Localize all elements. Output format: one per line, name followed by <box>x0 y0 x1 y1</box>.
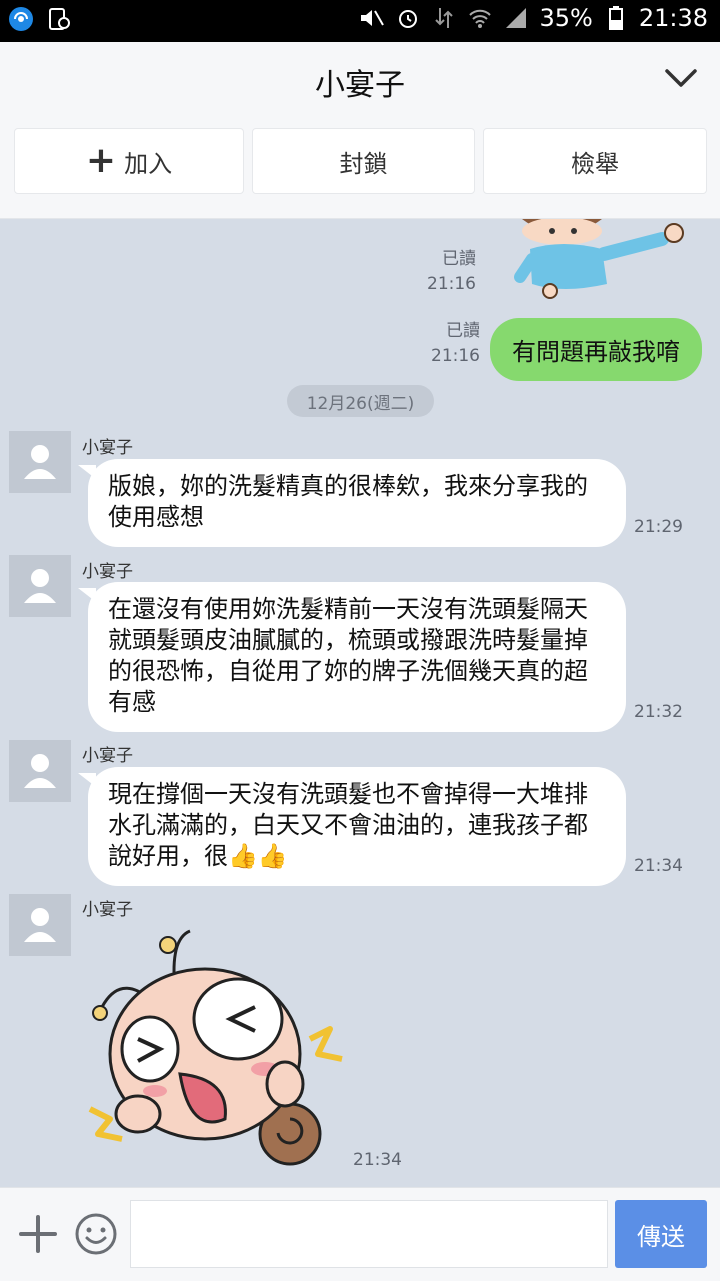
add-friend-button[interactable]: + 加入 <box>14 128 244 194</box>
input-bar: 傳送 <box>0 1187 720 1281</box>
avatar[interactable] <box>9 894 71 956</box>
battery-icon <box>603 5 629 31</box>
sender-name: 小宴子 <box>82 562 133 582</box>
incoming-message-bubble[interactable]: 現在撐個一天沒有洗頭髮也不會掉得一大堆排 水孔滿滿的，白天又不會油油的，連我孩子… <box>78 767 626 886</box>
send-button[interactable]: 傳送 <box>615 1200 707 1268</box>
avatar[interactable] <box>9 555 71 617</box>
message-line: 有感 <box>108 688 156 716</box>
clock: 21:38 <box>638 4 708 32</box>
message-time: 21:29 <box>634 517 683 537</box>
message-line: 使用感想 <box>108 503 204 531</box>
outgoing-message-bubble[interactable]: 有問題再敲我唷 <box>490 318 702 381</box>
avatar[interactable] <box>9 740 71 802</box>
message-time: 21:32 <box>634 702 683 722</box>
message-line: 在還沒有使用妳洗髮精前一天沒有洗頭髮隔天 <box>108 595 588 623</box>
date-separator: 12月26(週二) <box>287 385 434 417</box>
message-line: 水孔滿滿的，白天又不會油油的，連我孩子都 <box>108 811 588 839</box>
sent-sticker[interactable] <box>492 219 692 301</box>
sent-time: 21:16 <box>427 274 476 294</box>
chat-title: 小宴子 <box>315 68 405 103</box>
incoming-message-bubble[interactable]: 在還沒有使用妳洗髮精前一天沒有洗頭髮隔天 就頭髮頭皮油膩膩的，梳頭或撥跟洗時髮量… <box>78 582 626 732</box>
message-line: 現在撐個一天沒有洗頭髮也不會掉得一大堆排 <box>108 780 588 808</box>
emoji-icon[interactable] <box>74 1212 118 1256</box>
sent-time: 21:16 <box>431 346 480 366</box>
sticker-read-status: 已讀 21:16 <box>418 247 476 297</box>
message-line: 說好用，很👍👍 <box>108 842 288 870</box>
message-line: 版娘，妳的洗髮精真的很棒欸，我來分享我的 <box>108 472 588 500</box>
signal-icon <box>503 5 529 31</box>
message-time: 21:34 <box>634 856 683 876</box>
wifi-icon <box>467 5 493 31</box>
sender-name: 小宴子 <box>82 438 133 458</box>
chat-area[interactable]: 已讀 21:16 已讀 21:16 有問題再敲我唷 12月26(週二) 小宴子 … <box>0 219 720 1187</box>
report-label: 檢舉 <box>571 149 619 178</box>
alarm-icon <box>395 5 421 31</box>
sender-name: 小宴子 <box>82 900 133 920</box>
laughing-creature-sticker[interactable] <box>80 919 350 1174</box>
message-line: 的很恐怖，自從用了妳的牌子洗個幾天真的超 <box>108 657 588 685</box>
message-input[interactable] <box>130 1200 608 1268</box>
chevron-down-icon[interactable] <box>664 66 698 90</box>
action-bar: + 加入 封鎖 檢舉 <box>0 118 720 219</box>
add-friend-label: 加入 <box>124 149 173 178</box>
report-button[interactable]: 檢舉 <box>483 128 707 194</box>
battery-percent: 35% <box>539 4 593 32</box>
screen-lock-icon <box>46 6 72 32</box>
mute-icon <box>359 5 385 31</box>
data-icon <box>431 5 457 31</box>
status-bar: 35% 21:38 <box>0 0 720 42</box>
block-button[interactable]: 封鎖 <box>252 128 475 194</box>
read-label: 已讀 <box>446 321 480 341</box>
hotspot-icon <box>8 6 34 32</box>
sender-name: 小宴子 <box>82 746 133 766</box>
incoming-message-bubble[interactable]: 版娘，妳的洗髮精真的很棒欸，我來分享我的 使用感想 <box>78 459 626 547</box>
plus-icon: + <box>85 140 117 181</box>
plus-icon[interactable] <box>18 1214 58 1254</box>
message-line: 就頭髮頭皮油膩膩的，梳頭或撥跟洗時髮量掉 <box>108 626 588 654</box>
message-read-status: 已讀 21:16 <box>422 319 480 369</box>
block-label: 封鎖 <box>339 149 388 178</box>
read-label: 已讀 <box>442 249 476 269</box>
chat-header: 小宴子 <box>0 42 720 118</box>
avatar[interactable] <box>9 431 71 493</box>
message-time: 21:34 <box>353 1150 402 1170</box>
